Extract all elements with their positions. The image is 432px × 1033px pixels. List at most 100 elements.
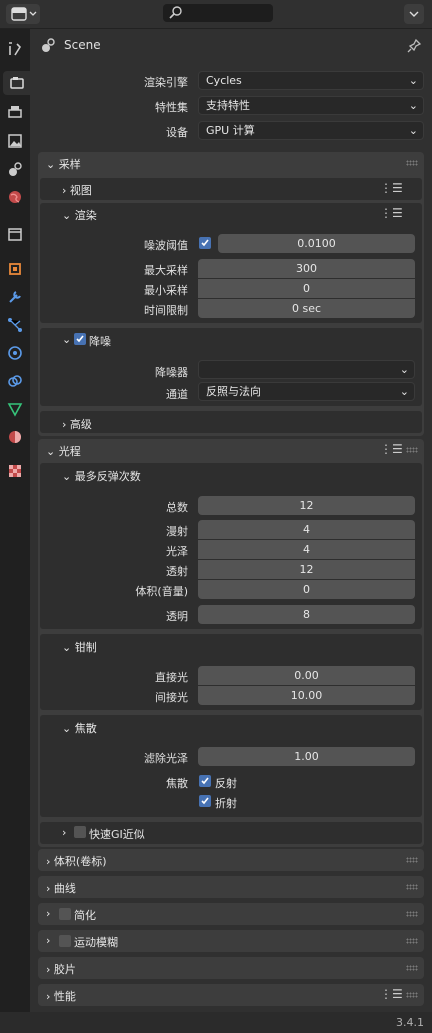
preset-list-icon[interactable]: ⋮☰ xyxy=(380,442,403,456)
refractive-caustics-checkbox[interactable] xyxy=(199,795,211,807)
max-bounces-title: 最多反弹次数 xyxy=(74,470,141,483)
tab-scene[interactable] xyxy=(3,157,27,181)
diffuse-bounces-field[interactable]: 4 xyxy=(198,520,415,539)
filter-glossy-field[interactable]: 1.00 xyxy=(198,747,415,766)
sampling-header[interactable]: ⌄ 采样 xyxy=(46,156,81,172)
tab-data[interactable] xyxy=(3,397,27,421)
transparent-bounces-field[interactable]: 8 xyxy=(198,605,415,624)
max-bounces-header[interactable]: ⌄ 最多反弹次数 xyxy=(62,468,141,484)
simplify-checkbox[interactable] xyxy=(59,908,71,920)
tab-object[interactable] xyxy=(3,257,27,281)
feature-set-dropdown[interactable]: 支持特性 ⌄ xyxy=(198,96,424,115)
drag-grip-icon[interactable] xyxy=(406,938,418,944)
search-input[interactable] xyxy=(163,4,273,22)
properties-tab-bar xyxy=(0,29,30,1012)
device-value: GPU 计算 xyxy=(206,124,255,137)
tab-texture[interactable] xyxy=(3,459,27,483)
curves-header: › 曲线 xyxy=(46,882,76,895)
min-samples-field[interactable]: 0 xyxy=(198,279,415,298)
tab-output[interactable] xyxy=(3,100,27,124)
film-title: 胶片 xyxy=(53,963,76,976)
tab-collection[interactable] xyxy=(3,222,27,246)
pin-icon[interactable] xyxy=(406,38,422,54)
total-bounces-field[interactable]: 12 xyxy=(198,496,415,515)
fast-gi-header[interactable]: › xyxy=(62,826,66,839)
checkmark-icon xyxy=(201,239,209,247)
tab-world[interactable] xyxy=(3,185,27,209)
search-icon xyxy=(169,6,182,19)
options-dropdown-button[interactable] xyxy=(404,4,424,24)
noise-threshold-checkbox[interactable] xyxy=(199,237,211,249)
noise-threshold-label: 噪波阈值 xyxy=(144,239,188,252)
chevron-down-icon xyxy=(409,11,419,17)
denoiser-dropdown[interactable]: ⌄ xyxy=(198,360,415,379)
viewport-subpanel xyxy=(40,178,422,200)
device-dropdown[interactable]: GPU 计算 ⌄ xyxy=(198,121,424,140)
device-label: 设备 xyxy=(166,126,188,139)
refractive-caustics-label: 折射 xyxy=(215,797,237,810)
transmission-bounces-field[interactable]: 12 xyxy=(198,560,415,579)
advanced-subpanel xyxy=(40,411,422,433)
clamping-header[interactable]: ⌄ 钳制 xyxy=(62,639,97,655)
volumes-header: › 体积(卷标) xyxy=(46,855,107,868)
version-label: 3.4.1 xyxy=(396,1016,424,1029)
constraints-icon xyxy=(8,375,22,387)
drag-grip-icon[interactable] xyxy=(406,965,418,971)
volume-bounces-field[interactable]: 0 xyxy=(198,580,415,599)
motion-blur-header: › xyxy=(46,934,51,947)
simplify-title: 简化 xyxy=(74,909,96,922)
tab-view-layer[interactable] xyxy=(3,129,27,153)
diffuse-bounces-label: 漫射 xyxy=(166,525,188,538)
light-paths-header[interactable]: ⌄ 光程 xyxy=(46,443,81,459)
preset-list-icon[interactable]: ⋮☰ xyxy=(380,206,403,220)
film-panel[interactable] xyxy=(38,957,424,979)
total-bounces-label: 总数 xyxy=(166,501,188,514)
render-engine-dropdown[interactable]: Cycles ⌄ xyxy=(198,71,424,90)
fast-gi-checkbox[interactable] xyxy=(74,826,86,838)
preset-list-icon[interactable]: ⋮☰ xyxy=(380,181,403,195)
noise-threshold-field[interactable]: 0.0100 xyxy=(218,234,415,253)
physics-icon xyxy=(8,346,22,360)
tab-render[interactable] xyxy=(3,71,30,95)
drag-grip-icon[interactable] xyxy=(406,992,418,998)
passes-dropdown[interactable]: 反照与法向 ⌄ xyxy=(198,382,415,401)
denoise-header[interactable]: ⌄ xyxy=(62,333,71,346)
tab-modifiers[interactable] xyxy=(3,285,27,309)
drag-grip-icon[interactable] xyxy=(406,857,418,863)
performance-panel[interactable] xyxy=(38,984,424,1006)
max-samples-field[interactable]: 300 xyxy=(198,259,415,278)
denoise-checkbox[interactable] xyxy=(74,333,86,345)
time-limit-field[interactable]: 0 sec xyxy=(198,299,415,318)
tab-particles[interactable] xyxy=(3,313,27,337)
curves-title: 曲线 xyxy=(53,882,76,895)
drag-grip-icon[interactable] xyxy=(406,160,418,166)
clamp-indirect-field[interactable]: 10.00 xyxy=(198,686,415,705)
film-header: › 胶片 xyxy=(46,963,76,976)
object-icon xyxy=(9,263,21,275)
tab-tool[interactable] xyxy=(3,37,27,61)
curves-panel[interactable] xyxy=(38,876,424,898)
glossy-bounces-field[interactable]: 4 xyxy=(198,540,415,559)
clamp-direct-field[interactable]: 0.00 xyxy=(198,666,415,685)
tab-material[interactable] xyxy=(3,425,27,449)
clamp-direct-label: 直接光 xyxy=(155,671,188,684)
motion-blur-checkbox[interactable] xyxy=(59,935,71,947)
chevron-down-icon: ⌄ xyxy=(408,74,418,87)
render-samples-header[interactable]: ⌄ 渲染 xyxy=(62,207,97,223)
fast-gi-title: 快速GI近似 xyxy=(89,828,145,841)
drag-grip-icon[interactable] xyxy=(406,447,418,453)
reflective-caustics-label: 反射 xyxy=(215,777,237,790)
transparent-bounces-label: 透明 xyxy=(166,610,188,623)
caustics-header[interactable]: ⌄ 焦散 xyxy=(62,720,97,736)
tab-constraints[interactable] xyxy=(3,369,27,393)
min-samples-label: 最小采样 xyxy=(144,284,188,297)
drag-grip-icon[interactable] xyxy=(406,884,418,890)
advanced-header[interactable]: › 高级 xyxy=(62,416,92,432)
drag-grip-icon[interactable] xyxy=(406,911,418,917)
reflective-caustics-checkbox[interactable] xyxy=(199,775,211,787)
chevron-down-icon: ⌄ xyxy=(399,385,409,398)
preset-list-icon[interactable]: ⋮☰ xyxy=(380,987,403,1001)
viewport-header[interactable]: › 视图 xyxy=(62,182,92,198)
editor-type-button[interactable] xyxy=(6,4,40,24)
tab-physics[interactable] xyxy=(3,341,27,365)
